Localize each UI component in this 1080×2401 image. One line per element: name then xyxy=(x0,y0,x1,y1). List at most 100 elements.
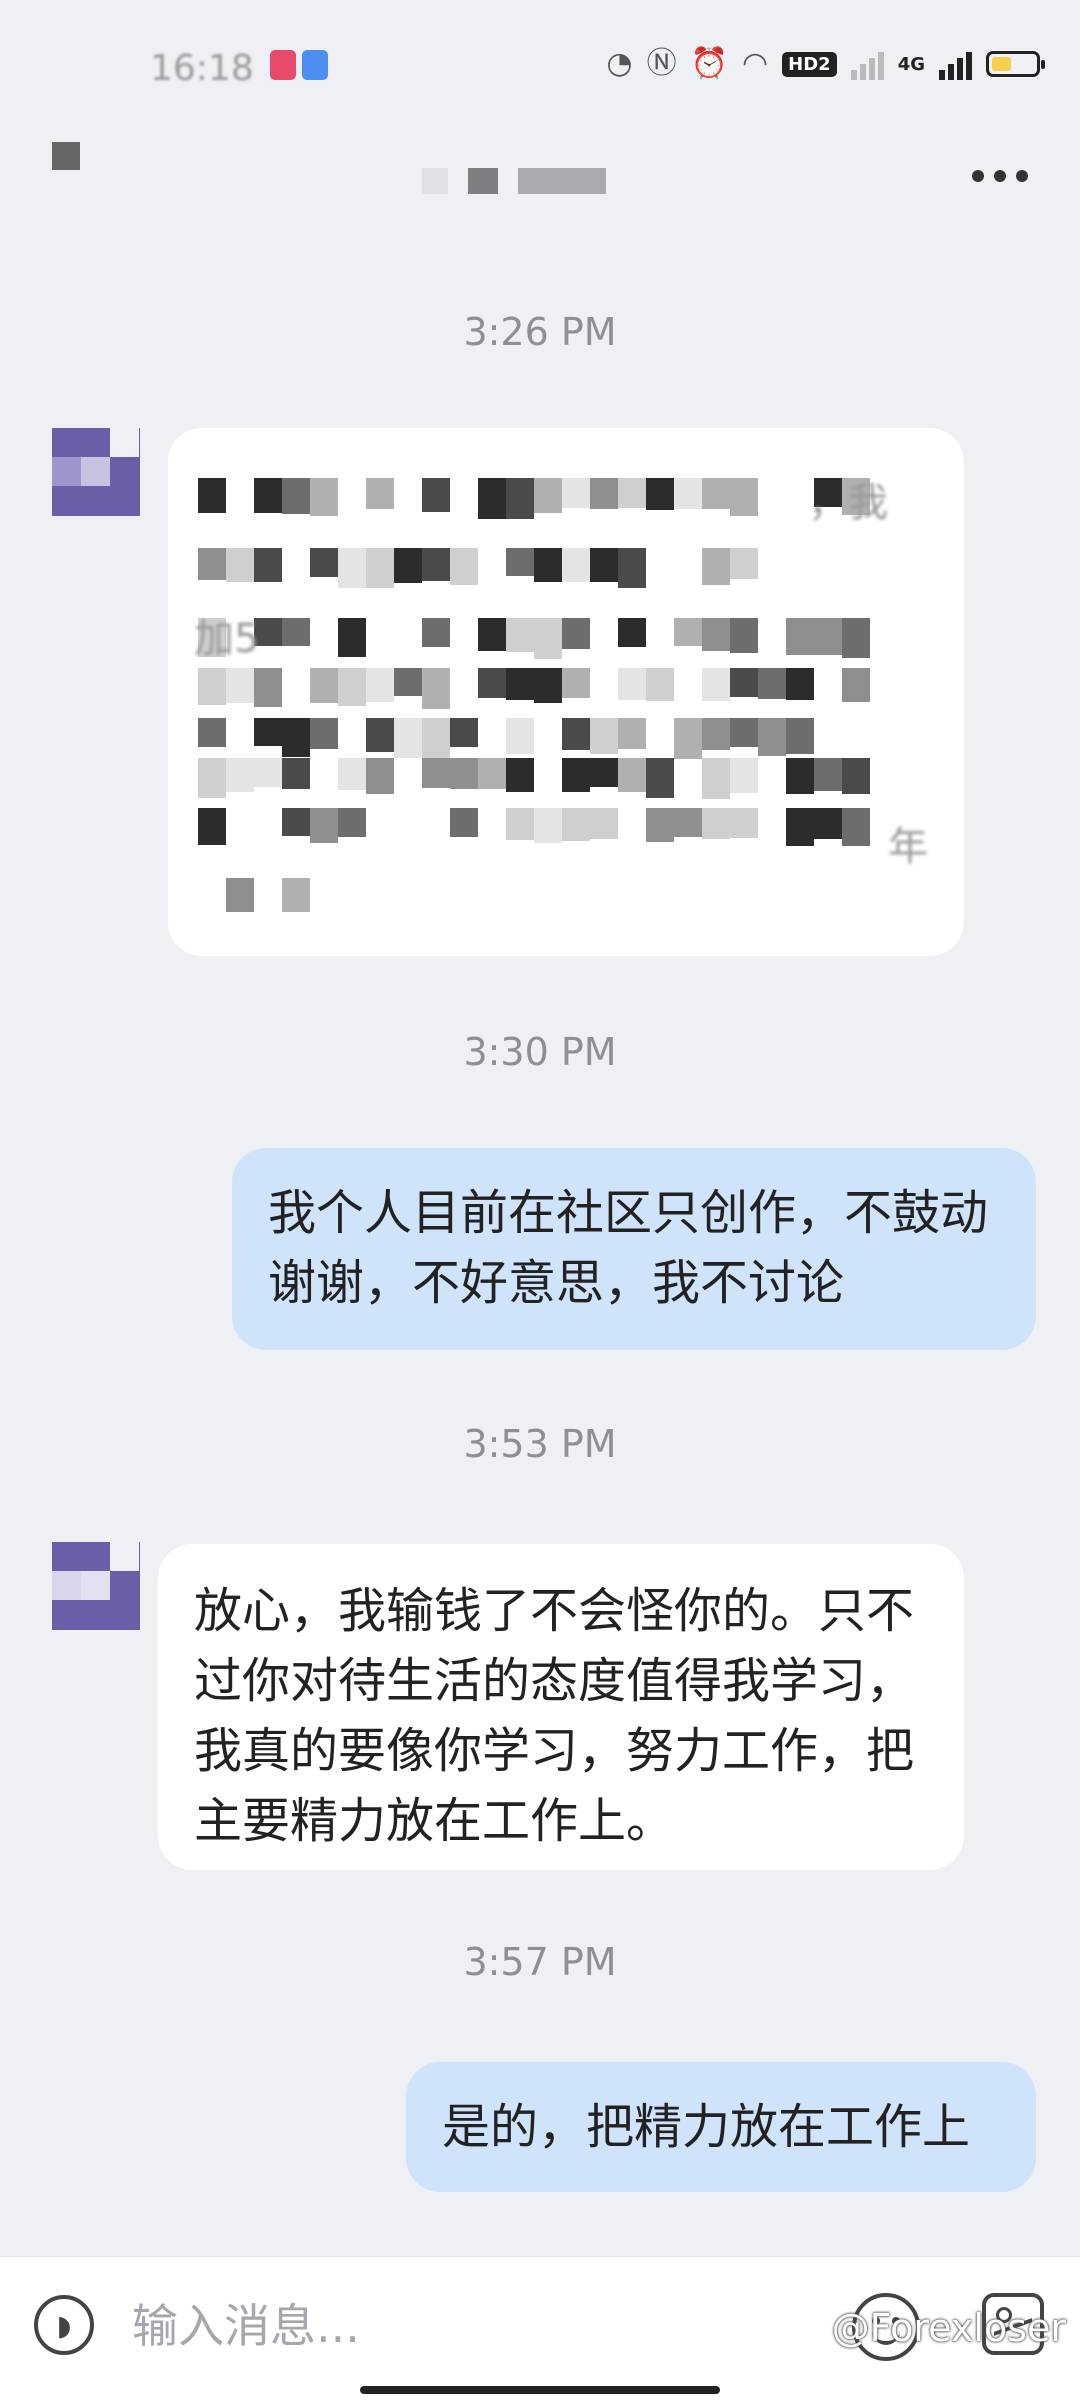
notification-app-icon xyxy=(270,50,296,80)
signal-icon xyxy=(939,48,972,80)
redaction-pixel xyxy=(786,618,814,655)
redaction-pixel xyxy=(674,718,702,759)
avatar[interactable] xyxy=(52,1542,140,1630)
redaction-pixel xyxy=(814,758,842,791)
network-type: 4G xyxy=(897,53,925,75)
redaction-pixel xyxy=(282,808,310,836)
redaction-pixel xyxy=(422,758,450,788)
redaction-pixel xyxy=(618,548,646,588)
message-bubble-incoming[interactable]: ，我 加5 年 xyxy=(168,428,964,956)
redaction-pixel xyxy=(562,618,590,649)
redaction-pixel xyxy=(646,758,674,798)
redaction-pixel xyxy=(310,718,338,749)
redaction-pixel xyxy=(730,758,758,793)
redaction-pixel xyxy=(366,668,394,702)
redaction-pixel xyxy=(366,758,394,794)
redaction-pixel xyxy=(226,548,254,582)
redaction-pixel xyxy=(366,548,394,588)
redaction-pixel xyxy=(394,548,422,583)
redaction-pixel xyxy=(198,758,226,798)
redaction-pixel xyxy=(506,618,534,652)
redaction-pixel xyxy=(590,758,618,787)
redaction-pixel xyxy=(422,478,450,512)
redaction-pixel xyxy=(254,548,282,582)
redaction-pixel xyxy=(254,758,282,787)
redaction-pixel xyxy=(198,718,226,747)
message-fragment: 加5 xyxy=(194,616,260,662)
timestamp: 3:30 PM xyxy=(463,1030,617,1074)
redaction-pixel xyxy=(338,808,366,837)
redaction-pixel xyxy=(394,668,422,696)
redaction-pixel xyxy=(198,548,226,580)
status-time: 16:18 xyxy=(150,48,254,89)
back-icon[interactable] xyxy=(52,142,80,170)
redaction-pixel xyxy=(702,618,730,651)
redaction-pixel xyxy=(338,668,366,706)
message-input[interactable] xyxy=(130,2287,794,2365)
redaction-pixel xyxy=(506,718,534,754)
redaction-pixel xyxy=(674,618,702,646)
redaction-pixel xyxy=(506,548,534,576)
more-icon[interactable] xyxy=(972,170,1028,182)
redaction-pixel xyxy=(506,808,534,840)
redaction-pixel xyxy=(842,758,870,794)
battery-level xyxy=(992,57,1011,71)
timestamp: 3:26 PM xyxy=(463,310,617,354)
redaction-pixel xyxy=(590,478,618,509)
redaction-pixel xyxy=(842,808,870,846)
message-fragment: ，我 xyxy=(808,480,888,526)
redaction-pixel xyxy=(198,478,226,513)
status-bar: 16:18 ◔ Ⓝ ⏰ ◠ HD2 4G xyxy=(0,0,1080,130)
redaction-pixel xyxy=(534,808,562,843)
avatar[interactable] xyxy=(52,428,140,516)
message-bubble-outgoing[interactable]: 我个人目前在社区只创作，不鼓动谢谢，不好意思，我不讨论 xyxy=(232,1148,1036,1350)
redaction-pixel xyxy=(534,618,562,659)
redaction-pixel xyxy=(562,548,590,582)
status-icons: ◔ Ⓝ ⏰ ◠ HD2 4G xyxy=(606,46,1045,82)
redaction-pixel xyxy=(422,668,450,709)
redaction-pixel xyxy=(310,668,338,703)
home-indicator[interactable] xyxy=(360,2386,720,2394)
redaction-pixel xyxy=(562,478,590,508)
redaction-pixel xyxy=(506,478,534,519)
redaction-pixel xyxy=(702,548,730,585)
redaction-pixel xyxy=(282,878,310,912)
redaction-pixel xyxy=(618,718,646,749)
redaction-pixel xyxy=(450,718,478,747)
redaction-pixel xyxy=(366,478,394,509)
redaction-pixel xyxy=(562,718,590,750)
battery-icon xyxy=(986,51,1045,77)
redaction-pixel xyxy=(534,478,562,513)
timestamp: 3:53 PM xyxy=(463,1422,617,1466)
notification-app-icon xyxy=(302,50,328,80)
redaction-pixel xyxy=(730,618,758,653)
redaction-pixel xyxy=(506,668,534,700)
message-bubble-outgoing[interactable]: 是的，把精力放在工作上 xyxy=(406,2062,1036,2192)
redaction-pixel xyxy=(590,718,618,754)
redaction-pixel xyxy=(254,718,282,746)
redaction-pixel xyxy=(702,718,730,750)
redaction-pixel xyxy=(758,668,786,699)
redaction-pixel xyxy=(422,718,450,759)
chat-title-redacted xyxy=(422,168,606,194)
redaction-pixel xyxy=(506,758,534,792)
redaction-pixel xyxy=(618,618,646,647)
message-bubble-incoming[interactable]: 放心，我输钱了不会怪你的。只不过你对待生活的态度值得我学习，我真的要像你学习，努… xyxy=(158,1544,964,1870)
redaction-pixel xyxy=(562,758,590,792)
redaction-pixel xyxy=(842,668,870,702)
redaction-pixel xyxy=(450,758,478,789)
redaction-pixel xyxy=(478,758,506,789)
redaction-pixel xyxy=(338,548,366,588)
redaction-pixel xyxy=(730,718,758,747)
redaction-pixel xyxy=(338,618,366,657)
message-text: 是的，把精力放在工作上 xyxy=(442,2099,971,2155)
redaction-pixel xyxy=(534,548,562,582)
redaction-pixel xyxy=(786,668,814,700)
chat-header xyxy=(0,130,1080,240)
redaction-pixel xyxy=(198,808,226,845)
voice-input-icon[interactable]: ◗ xyxy=(34,2295,94,2355)
redaction-pixel xyxy=(534,668,562,703)
nfc-n-icon: Ⓝ xyxy=(646,46,677,81)
message-text: 放心，我输钱了不会怪你的。只不过你对待生活的态度值得我学习，我真的要像你学习，努… xyxy=(194,1583,915,1849)
redaction-pixel xyxy=(814,808,842,839)
